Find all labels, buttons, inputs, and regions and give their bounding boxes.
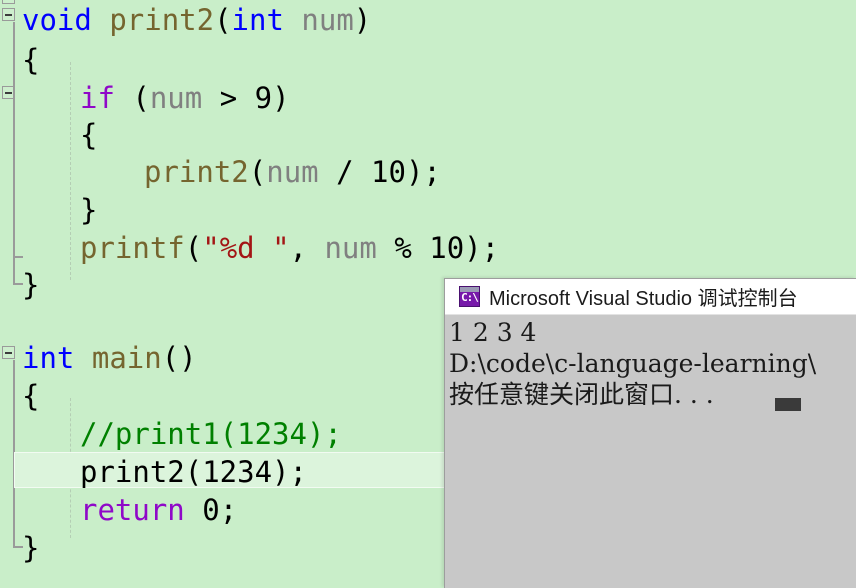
- code-line[interactable]: {: [0, 115, 856, 155]
- console-output-line: 1 2 3 4: [449, 318, 537, 347]
- code-token-control-keyword: if: [80, 81, 115, 115]
- code-token-variable: num: [266, 155, 319, 189]
- code-token-plain: {: [80, 118, 98, 152]
- code-token-keyword: int: [22, 341, 75, 375]
- code-token-plain: (: [248, 155, 267, 189]
- code-token-plain: >: [202, 81, 255, 115]
- code-token-function: print2: [109, 3, 215, 37]
- console-titlebar[interactable]: C:\ Microsoft Visual Studio 调试控制台: [445, 279, 856, 315]
- code-token-plain: %: [376, 231, 430, 265]
- code-token-plain: ,: [289, 231, 325, 265]
- code-token-comment: //print1(1234);: [80, 417, 342, 451]
- console-output-line: 按任意键关闭此窗口. . .: [449, 380, 714, 409]
- code-token-plain: );: [405, 155, 441, 189]
- code-line[interactable]: printf("%d ", num % 10);: [0, 228, 856, 268]
- code-token-variable: num: [301, 3, 354, 37]
- code-line[interactable]: if (num > 9): [0, 78, 856, 118]
- code-token-function: printf: [80, 231, 185, 265]
- code-token-plain: );: [464, 231, 500, 265]
- code-token-plain: (): [161, 341, 197, 375]
- code-token-plain: 9: [254, 81, 273, 115]
- code-token-keyword: int: [231, 3, 284, 37]
- console-icon-prompt-glyph: C:\: [461, 291, 479, 304]
- code-token-plain: 10: [429, 231, 465, 265]
- console-output-area[interactable]: 1 2 3 4 D:\code\c-language-learning\ 按任意键关…: [445, 315, 856, 588]
- code-token-plain: {: [22, 43, 40, 77]
- code-token-function: main: [91, 341, 162, 375]
- code-token-plain: 0: [202, 493, 220, 527]
- debug-console-window[interactable]: C:\ Microsoft Visual Studio 调试控制台 1 2 3 …: [444, 278, 856, 588]
- code-token-plain: ): [272, 81, 290, 115]
- code-token-plain: ;: [219, 493, 238, 527]
- code-token-control-keyword: return: [80, 493, 185, 527]
- code-token-plain: /: [318, 155, 372, 189]
- code-token-plain: }: [80, 193, 98, 227]
- code-token-string: "%d ": [202, 231, 290, 265]
- code-line[interactable]: {: [0, 40, 856, 80]
- code-token-variable: num: [149, 81, 203, 115]
- console-output-line: D:\code\c-language-learning\: [449, 349, 817, 378]
- code-token-plain: print2(1234);: [80, 455, 307, 489]
- code-token-plain: (: [184, 231, 203, 265]
- code-token-function: print2: [144, 155, 249, 189]
- code-token-plain: 10: [371, 155, 406, 189]
- code-token-keyword: void: [22, 3, 92, 37]
- console-title-text: Microsoft Visual Studio 调试控制台: [489, 288, 798, 310]
- code-line[interactable]: void print2(int num): [0, 0, 856, 40]
- code-token-plain: (: [214, 3, 232, 37]
- code-token-variable: num: [324, 231, 377, 265]
- code-token-plain: }: [22, 531, 40, 565]
- code-token-plain: }: [22, 268, 40, 302]
- console-block-cursor: [775, 398, 801, 411]
- code-line[interactable]: }: [0, 190, 856, 230]
- code-token-plain: ): [353, 3, 372, 37]
- console-window-icon: C:\: [459, 286, 480, 307]
- code-token-plain: (: [114, 81, 150, 115]
- code-token-plain: {: [22, 379, 40, 413]
- code-line[interactable]: print2(num / 10);: [0, 152, 856, 192]
